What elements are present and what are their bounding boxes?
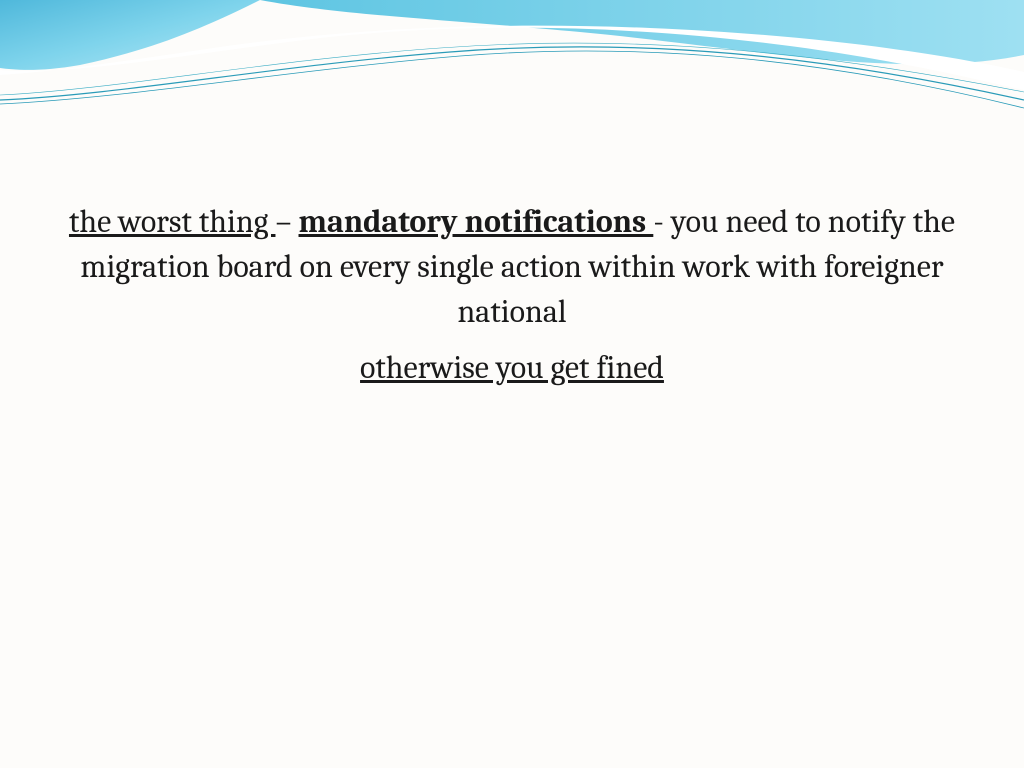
paragraph-main: the worst thing – mandatory notification… (60, 200, 964, 334)
text-otherwise-fined: otherwise you get fined (360, 349, 664, 386)
paragraph-fine: otherwise you get fined (60, 346, 964, 391)
text-dash: – (275, 203, 298, 240)
slide-content: the worst thing – mandatory notification… (0, 200, 1024, 403)
decorative-wave-header (0, 0, 1024, 140)
text-mandatory-notifications: mandatory notifications (299, 203, 654, 240)
wave-svg (0, 0, 1024, 140)
text-worst-thing: the worst thing (69, 203, 276, 240)
